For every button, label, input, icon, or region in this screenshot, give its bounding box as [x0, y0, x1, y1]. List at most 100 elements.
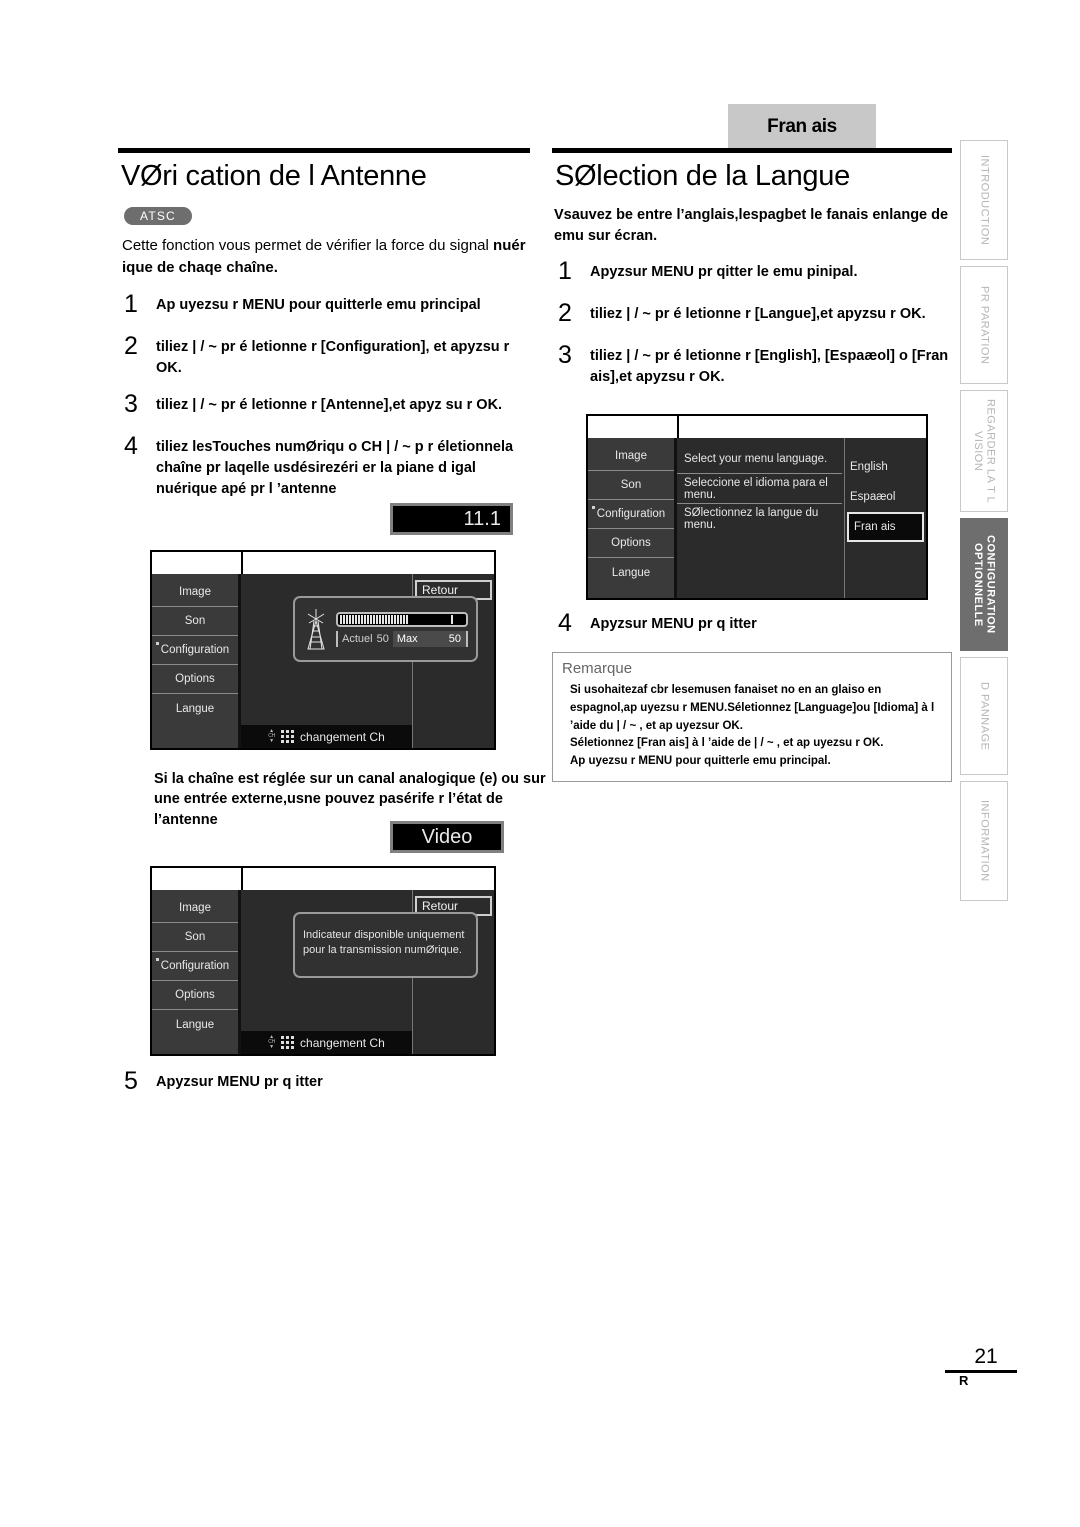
left-step-3-text: tiliez | / ~ pr é letionne r [Antenne],e…: [156, 396, 503, 413]
osd3-topbar-left: [588, 416, 679, 438]
side-tab-depannage[interactable]: D PANNAGE: [960, 657, 1008, 775]
right-step-3: 3 tiliez | / ~ pr é letionne r [English]…: [552, 341, 952, 388]
osd2-menu-item-langue-label: Langue: [175, 1018, 215, 1031]
side-tab-depannage-label: D PANNAGE: [978, 681, 991, 751]
right-step-3-text: tiliez | / ~ pr é letionne r [English], …: [590, 347, 949, 385]
right-step-1-number: 1: [558, 256, 572, 285]
osd-menu-item-image-label: Image: [179, 586, 211, 598]
osd3-menu-item-configuration[interactable]: Configuration: [588, 500, 674, 529]
left-step-5: 5 Apyzsur MENU pr q itter: [118, 1067, 530, 1098]
channel-number-badge: 11.1: [390, 503, 513, 535]
osd-menu-item-son[interactable]: Son: [152, 607, 238, 636]
side-tab-configuration-optionnelle[interactable]: CONFIGURATION OPTIONNELLE: [960, 518, 1008, 651]
osd2-menu-item-langue[interactable]: Langue: [152, 1010, 238, 1039]
page-footer: 21 R: [945, 1345, 1017, 1388]
right-step-4-text: Apyzsur MENU pr q itter: [590, 616, 757, 632]
side-tab-introduction[interactable]: INTRODUCTION: [960, 140, 1008, 260]
osd2-menu-item-son[interactable]: Son: [152, 923, 238, 952]
osd-topbar-right: [243, 552, 494, 574]
osd3-menu-item-options-label: Options: [611, 537, 651, 549]
osd3-menu-item-image[interactable]: Image: [588, 442, 674, 471]
remarque-title: Remarque: [562, 660, 633, 677]
osd3-menu-item-langue[interactable]: Langue: [588, 558, 674, 587]
osd2-selected-marker-icon: [156, 958, 159, 961]
left-analog-note: Si la chaîne est réglée sur un canal ana…: [152, 760, 552, 830]
left-step-2-text: tiliez | / ~ pr é letionne r [Configurat…: [156, 338, 510, 376]
right-title-rule: [552, 148, 952, 153]
osd2-menu-item-options[interactable]: Options: [152, 981, 238, 1010]
signal-meter-bar: [336, 611, 468, 627]
side-tab-information[interactable]: INFORMATION: [960, 781, 1008, 901]
osd-menu-item-options[interactable]: Options: [152, 665, 238, 694]
left-step-5-number: 5: [124, 1067, 138, 1095]
signal-meter-ticks: [340, 614, 408, 624]
osd-menu-item-configuration-label: Configuration: [160, 644, 230, 656]
osd2-bottom-hint-bar: ▲ CH ▼ changement Ch: [241, 1031, 412, 1054]
side-tab-information-label: INFORMATION: [978, 800, 991, 882]
side-tab-regarder-la-television-label: REGARDER LA T L VISION: [972, 398, 997, 504]
language-prompt-french: SØlectionnez la langue du menu.: [684, 507, 819, 531]
left-step-4-number: 4: [124, 431, 138, 460]
language-option-francais[interactable]: Fran ais: [847, 512, 924, 542]
osd2-sidebar: Image Son Configuration Options Langue: [152, 890, 241, 1054]
remarque-box: Remarque Si usohaitezaf cbr lesemusen fa…: [552, 652, 952, 783]
osd-menu-item-image[interactable]: Image: [152, 578, 238, 607]
channel-number-label: 11.1: [463, 508, 501, 530]
channel-updown-icon: ▲ CH ▼: [268, 729, 275, 744]
osd2-topbar-right: [243, 868, 494, 890]
language-tab-label: Fran ais: [767, 116, 837, 137]
right-step-2-number: 2: [558, 298, 572, 327]
side-tab-regarder-la-television[interactable]: REGARDER LA T L VISION: [960, 390, 1008, 512]
antenna-tower-icon: [303, 607, 329, 651]
osd2-bottom-hint-label: changement Ch: [300, 1035, 385, 1050]
numeric-keypad-icon: [281, 1036, 295, 1049]
left-step-3: 3 tiliez | / ~ pr é letionne r [Antenne]…: [118, 390, 530, 421]
osd3-content-area: Select your menu language. Seleccione el…: [677, 438, 844, 598]
osd2-menu-item-son-label: Son: [184, 931, 206, 943]
osd2-topbar: [152, 868, 494, 890]
osd2-menu-item-configuration[interactable]: Configuration: [152, 952, 238, 981]
osd2-content-area: Indicateur disponible uniquement pour la…: [241, 890, 478, 1054]
osd-bottom-hint-bar: ▲ CH ▼ changement Ch: [241, 725, 412, 748]
left-step-5-wrap: 5 Apyzsur MENU pr q itter: [118, 1067, 530, 1098]
language-prompt-english: Select your menu language.: [677, 444, 842, 474]
osd2-menu-item-configuration-label: Configuration: [160, 960, 230, 972]
page-number: 21: [974, 1345, 998, 1368]
osd-content-area: Actuel 50 Max 50 ▲ CH ▼ changement Ch: [241, 574, 478, 748]
video-source-label: Video: [421, 826, 473, 848]
osd2-menu-item-options-label: Options: [175, 989, 215, 1001]
remarque-line-1: Si usohaitezaf cbr lesemusen fanaiset no…: [570, 684, 935, 732]
signal-readout: Actuel 50 Max 50: [336, 630, 468, 647]
language-tab: Fran ais: [728, 104, 876, 150]
osd3-right-column: English Espaæol Fran ais: [844, 438, 926, 598]
language-option-espanol[interactable]: Espaæol: [845, 482, 926, 512]
osd3-menu-item-langue-label: Langue: [611, 566, 651, 579]
signal-meter-max-marker: [451, 614, 453, 624]
remarque-line-2: Séletionnez [Fran ais] à l ’aide de | / …: [570, 737, 884, 750]
left-step-4-text: tiliez lesTouches numØriqu o CH | / ~ p …: [156, 438, 514, 497]
side-tab-configuration-optionnelle-label: CONFIGURATION OPTIONNELLE: [972, 535, 997, 634]
signal-max-label: Max: [396, 632, 418, 645]
osd3-menu-item-options[interactable]: Options: [588, 529, 674, 558]
osd-topbar: [152, 552, 494, 574]
osd3-menu-item-son[interactable]: Son: [588, 471, 674, 500]
osd-menu-item-son-label: Son: [184, 615, 206, 627]
side-tab-preparation-label: PR PARATION: [978, 285, 991, 365]
osd-menu-item-options-label: Options: [175, 673, 215, 685]
left-step-2-number: 2: [124, 331, 138, 360]
osd2-menu-item-image[interactable]: Image: [152, 894, 238, 923]
right-step-1-text: Apyzsur MENU pr qitter le emu pinipal.: [590, 263, 858, 280]
osd3-menu-item-son-label: Son: [620, 479, 642, 491]
osd-menu-item-langue[interactable]: Langue: [152, 694, 238, 723]
left-section-title: VØri cation de l Antenne: [121, 160, 427, 192]
left-step-1-number: 1: [124, 289, 138, 318]
right-step-4-wrap: 4 Apyzsur MENU pr q itter: [552, 609, 952, 640]
remarque-line-3: Ap uyezsu r MENU pour quitterle emu prin…: [570, 755, 831, 768]
osd-bottom-hint-label: changement Ch: [300, 729, 385, 744]
osd-body: Image Son Configuration Options Langue A…: [152, 574, 494, 748]
right-step-4-number: 4: [558, 609, 572, 637]
language-option-english[interactable]: English: [845, 452, 926, 482]
left-column: VØri cation de l Antenne ATSC Cette fonc…: [118, 148, 530, 500]
side-tab-preparation[interactable]: PR PARATION: [960, 266, 1008, 384]
osd-menu-item-configuration[interactable]: Configuration: [152, 636, 238, 665]
